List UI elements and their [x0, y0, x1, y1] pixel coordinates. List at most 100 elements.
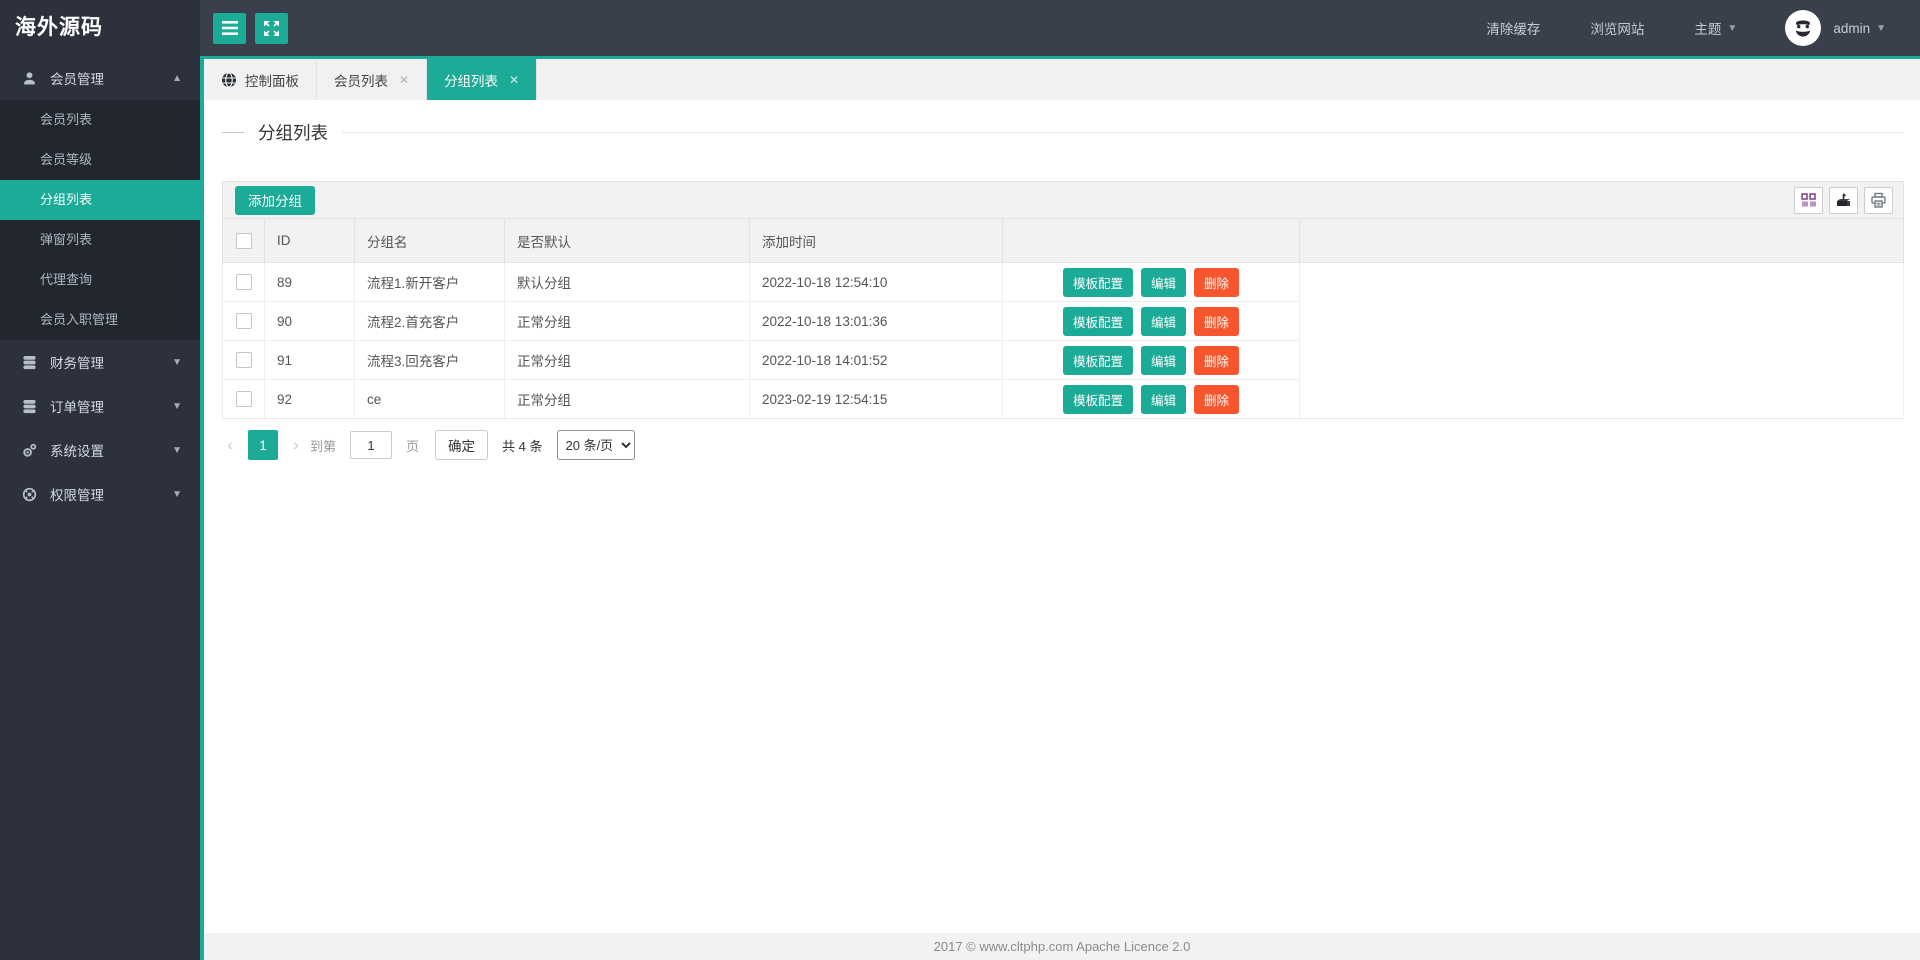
sidebar-subitem[interactable]: 代理查询: [0, 260, 200, 300]
cell-id: 92: [264, 379, 355, 419]
table-row: 90 流程2.首充客户 正常分组 2022-10-18 13:01:36 模板配置 编辑删…: [222, 301, 1904, 341]
sidebar-item-label: 财务管理: [50, 356, 104, 371]
sidebar-item[interactable]: 订单管理 ▼: [0, 384, 200, 428]
export-button[interactable]: [1829, 186, 1858, 214]
top-header: 海外源码 清除缓存 浏览网站 主题 ▼ admin ▼: [0, 0, 1920, 56]
goto-page-input[interactable]: [350, 431, 393, 459]
fullscreen-button[interactable]: [255, 12, 288, 44]
title-rule: [342, 132, 1904, 133]
cell-id: 91: [264, 340, 355, 380]
chevron-up-icon: ▲: [172, 72, 182, 84]
user-menu[interactable]: admin ▼: [1833, 21, 1886, 36]
sidebar-item[interactable]: 权限管理 ▼: [0, 472, 200, 516]
table-toolbar: 添加分组: [222, 181, 1904, 218]
page-unit-label: 页: [406, 438, 420, 454]
user-icon: [22, 71, 37, 86]
current-page-button[interactable]: 1: [248, 430, 278, 460]
cell-is-default: 正常分组: [504, 301, 750, 341]
table-tools: [1788, 186, 1893, 214]
edit-button[interactable]: 编辑: [1140, 384, 1186, 414]
delete-button[interactable]: 删除: [1194, 306, 1240, 336]
expand-icon: [264, 20, 279, 36]
row-checkbox-cell: [222, 340, 265, 380]
cell-group-name: 流程2.首充客户: [354, 301, 505, 341]
spacer-cell: [1299, 262, 1904, 302]
top-nav-item[interactable]: 主题 ▼: [1694, 18, 1737, 38]
print-icon: [1870, 192, 1887, 209]
columns-button[interactable]: [1794, 186, 1823, 214]
top-nav-item[interactable]: 浏览网站: [1590, 18, 1644, 38]
gears-icon: [22, 443, 37, 458]
top-nav-item[interactable]: 清除缓存: [1486, 18, 1540, 38]
smiley-icon: [1790, 15, 1817, 41]
export-icon: [1835, 192, 1852, 209]
edit-button[interactable]: 编辑: [1140, 345, 1186, 375]
spacer-cell: [1299, 379, 1904, 419]
tab-label: 会员列表: [334, 73, 388, 89]
database-icon: [22, 355, 37, 370]
template-config-button[interactable]: 模板配置: [1062, 267, 1133, 297]
cell-id: 90: [264, 301, 355, 341]
title-dash: [222, 132, 244, 133]
chevron-down-icon: ▼: [172, 400, 182, 412]
template-config-button[interactable]: 模板配置: [1062, 345, 1133, 375]
delete-button[interactable]: 删除: [1194, 384, 1240, 414]
actions-column-header: [1002, 218, 1300, 263]
goto-label: 到第: [310, 438, 337, 454]
delete-button[interactable]: 删除: [1194, 345, 1240, 375]
delete-button[interactable]: 删除: [1194, 267, 1240, 297]
sidebar-subitem[interactable]: 分组列表: [0, 180, 200, 220]
sidebar-item[interactable]: 系统设置 ▼: [0, 428, 200, 472]
row-checkbox[interactable]: [235, 274, 252, 291]
confirm-page-button[interactable]: 确定: [435, 430, 489, 460]
sidebar-subitem[interactable]: 会员入职管理: [0, 300, 200, 340]
cell-actions: 模板配置 编辑 删除: [1002, 379, 1300, 419]
prev-page-button[interactable]: ‹: [222, 435, 238, 455]
sidebar-subitem[interactable]: 会员列表: [0, 100, 200, 140]
row-checkbox[interactable]: [235, 313, 252, 330]
cell-group-name: 流程3.回充客户: [354, 340, 505, 380]
cell-id: 89: [264, 262, 355, 302]
next-page-button[interactable]: ›: [288, 435, 304, 455]
sidebar-item[interactable]: 会员管理 ▲: [0, 56, 200, 100]
print-button[interactable]: [1864, 186, 1893, 214]
close-icon[interactable]: ✕: [509, 73, 519, 87]
sidebar-toggle-button[interactable]: [213, 12, 246, 44]
close-icon[interactable]: ✕: [399, 73, 409, 87]
brand-logo: 海外源码: [0, 0, 200, 56]
row-checkbox[interactable]: [235, 391, 252, 408]
user-avatar[interactable]: [1785, 10, 1822, 46]
edit-button[interactable]: 编辑: [1140, 306, 1186, 336]
cell-is-default: 正常分组: [504, 379, 750, 419]
column-header: 分组名: [354, 218, 505, 263]
template-config-button[interactable]: 模板配置: [1062, 306, 1133, 336]
tab-label: 控制面板: [245, 73, 299, 89]
cell-add-time: 2022-10-18 12:54:10: [749, 262, 1003, 302]
groups-table: ID 分组名 是否默认 添加时间 89 流程1.新开客户 默认分组 2022-10-18 1…: [222, 218, 1904, 419]
sidebar-item[interactable]: 财务管理 ▼: [0, 340, 200, 384]
cell-add-time: 2022-10-18 14:01:52: [749, 340, 1003, 380]
pagination: ‹ 1 › 到第 页 确定 共 4 条 20 条/页: [222, 430, 1904, 460]
tab[interactable]: 控制面板: [204, 59, 317, 100]
tab[interactable]: 会员列表 ✕: [317, 59, 428, 100]
row-checkbox-cell: [222, 379, 265, 419]
template-config-button[interactable]: 模板配置: [1062, 384, 1133, 414]
sidebar-item-label: 会员管理: [50, 72, 104, 87]
sidebar-subitem[interactable]: 会员等级: [0, 140, 200, 180]
tab[interactable]: 分组列表 ✕: [427, 59, 538, 100]
globe-tab-icon: [221, 71, 237, 88]
add-group-button[interactable]: 添加分组: [235, 185, 315, 215]
row-checkbox[interactable]: [235, 352, 252, 369]
tab-bar: 控制面板 会员列表 ✕ 分组列表 ✕: [204, 56, 1920, 100]
select-all-checkbox[interactable]: [235, 232, 252, 249]
top-nav: 清除缓存 浏览网站 主题 ▼ admin ▼: [1436, 10, 1920, 46]
tab-label: 分组列表: [444, 73, 499, 89]
hamburger-icon: [221, 21, 238, 35]
column-header: 添加时间: [749, 218, 1003, 263]
select-all-cell: [222, 218, 265, 263]
page-size-select[interactable]: 20 条/页: [556, 430, 635, 460]
sidebar-subitem[interactable]: 弹窗列表: [0, 220, 200, 260]
table-row: 91 流程3.回充客户 正常分组 2022-10-18 14:01:52 模板配置 编辑删…: [222, 340, 1904, 380]
edit-button[interactable]: 编辑: [1140, 267, 1186, 297]
cell-actions: 模板配置 编辑 删除: [1002, 262, 1300, 302]
